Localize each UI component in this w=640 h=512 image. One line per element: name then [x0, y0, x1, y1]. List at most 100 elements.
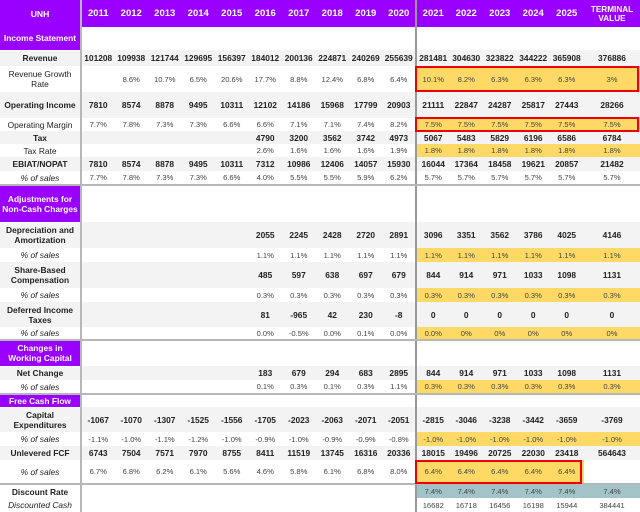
- value-cell: 5829: [483, 131, 517, 144]
- value-cell: [181, 222, 215, 248]
- value-cell: 6.3%: [550, 66, 584, 92]
- empty-cell: [249, 340, 283, 366]
- row-label: % of sales: [0, 327, 81, 341]
- value-cell: [148, 366, 182, 380]
- value-cell: 8878: [148, 157, 182, 171]
- value-cell: 9495: [181, 92, 215, 118]
- value-cell: [182, 498, 216, 512]
- empty-cell: [182, 340, 216, 366]
- terminal-value-header: TERMINAL VALUE: [583, 0, 640, 27]
- value-cell: [182, 484, 216, 498]
- value-cell: [215, 498, 249, 512]
- value-cell: -1.1%: [80, 432, 115, 446]
- empty-cell: [483, 27, 517, 50]
- value-cell: 1.1%: [550, 248, 584, 262]
- value-cell: 255639: [382, 50, 416, 66]
- value-cell: 5.5%: [282, 171, 316, 186]
- value-cell: -1705: [248, 407, 282, 432]
- value-cell: [80, 131, 115, 144]
- row-label: Tax Rate: [23, 145, 57, 156]
- value-cell: 1.1%: [390, 250, 408, 260]
- empty-cell: [584, 27, 640, 50]
- value-cell: [215, 302, 249, 327]
- value-cell: 0.1%: [315, 380, 349, 395]
- table-row-revenue: Revenue 101208 109938 121744 129695 156397 184…: [0, 50, 640, 66]
- value-cell: 16718: [455, 500, 477, 510]
- value-cell: 16044: [415, 157, 450, 171]
- empty-cell: [316, 340, 350, 366]
- value-cell: 7.4%: [415, 484, 450, 498]
- value-cell: -1.0%: [516, 432, 550, 446]
- year-header: 2021: [415, 0, 450, 27]
- row-label: Revenue Growth Rate: [8, 69, 72, 89]
- empty-cell: [148, 394, 182, 407]
- empty-cell: [115, 27, 149, 50]
- empty-cell: [415, 340, 450, 366]
- value-cell: 7.4%: [357, 120, 375, 129]
- value-cell: 156397: [215, 50, 249, 66]
- value-cell: 1.1%: [290, 250, 308, 260]
- empty-cell: [349, 27, 383, 50]
- value-cell: -2023: [282, 407, 316, 432]
- value-cell: 17799: [349, 92, 383, 118]
- value-cell: [182, 248, 216, 262]
- value-cell: [316, 484, 350, 498]
- value-cell: 8574: [114, 157, 148, 171]
- value-cell: 281481: [415, 50, 450, 66]
- value-cell: -965: [282, 302, 316, 327]
- value-cell: 7.5%: [550, 118, 584, 131]
- value-cell: 6.4%: [516, 460, 550, 485]
- empty-cell: [349, 340, 383, 366]
- value-cell: 10.1%: [415, 66, 450, 92]
- value-cell: 304630: [449, 50, 483, 66]
- value-cell: [148, 288, 182, 302]
- value-cell: [148, 484, 182, 498]
- value-cell: 3200: [282, 131, 316, 144]
- value-cell: 5.9%: [349, 171, 383, 186]
- value-cell: 5.7%: [483, 171, 517, 186]
- value-cell: 6.1%: [315, 460, 349, 485]
- value-cell: 16316: [349, 446, 383, 460]
- table-row-ufcf: Unlevered FCF 6743 7504 7571 7970 8755 8411 115…: [0, 446, 640, 460]
- terminal-value-cell: 1.8%: [583, 144, 640, 157]
- value-cell: [215, 144, 249, 157]
- empty-cell: [517, 394, 551, 407]
- value-cell: -2051: [382, 407, 416, 432]
- value-cell: [80, 222, 115, 248]
- value-cell: 5.7%: [516, 171, 550, 186]
- value-cell: 184012: [248, 50, 282, 66]
- value-cell: 14186: [282, 92, 316, 118]
- table-row-sbc-pct: % of sales 0.3% 0.3% 0.3% 0.3% 0.3% 0.3% 0.3% 0.…: [0, 288, 640, 302]
- empty-cell: [550, 27, 584, 50]
- value-cell: [148, 262, 182, 288]
- value-cell: 1.6%: [357, 146, 375, 155]
- value-cell: 679: [382, 262, 416, 288]
- terminal-value-cell: 1131: [583, 366, 640, 380]
- value-cell: [181, 302, 215, 327]
- value-cell: 0.3%: [449, 288, 483, 302]
- value-cell: 12102: [248, 92, 282, 118]
- value-cell: 0.3%: [415, 288, 450, 302]
- value-cell: 638: [315, 262, 349, 288]
- table-row-nwc-pct: % of sales 0.1% 0.3% 0.1% 0.3% 1.1% 0.3% 0.3% 0.…: [0, 380, 640, 395]
- value-cell: -2071: [349, 407, 383, 432]
- value-cell: 844: [415, 262, 450, 288]
- value-cell: 6.6%: [256, 120, 274, 129]
- value-cell: 5.7%: [550, 171, 584, 186]
- value-cell: 1.1%: [382, 380, 416, 395]
- dcf-table: UNH 2011 2012 2013 2014 2015 2016 2017 2018 2019 2…: [0, 0, 640, 512]
- value-cell: 6.4%: [550, 460, 584, 485]
- value-cell: [114, 131, 148, 144]
- value-cell: 129695: [181, 50, 215, 66]
- value-cell: 0.3%: [516, 380, 550, 395]
- value-cell: 8574: [114, 92, 148, 118]
- value-cell: [80, 248, 115, 262]
- value-cell: 7.7%: [80, 171, 115, 186]
- value-cell: 6.4%: [415, 460, 450, 485]
- value-cell: 10311: [215, 157, 249, 171]
- year-header: 2013: [148, 0, 182, 27]
- table-row-dit: Deferred Income Taxes 81 -965 42 230 -8 0 0 0 0 0 0: [0, 302, 640, 327]
- section-header-income: Income Statement: [0, 27, 81, 51]
- empty-cell: [316, 185, 350, 222]
- value-cell: 3742: [349, 131, 383, 144]
